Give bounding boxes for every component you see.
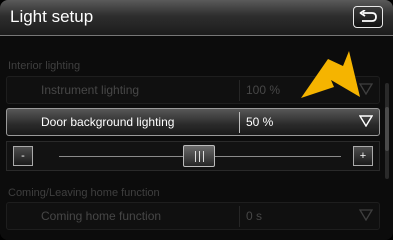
light-setup-screen: Light setup Interior lighting Instrument… bbox=[0, 0, 393, 240]
arrow-annotation-icon bbox=[301, 51, 360, 98]
